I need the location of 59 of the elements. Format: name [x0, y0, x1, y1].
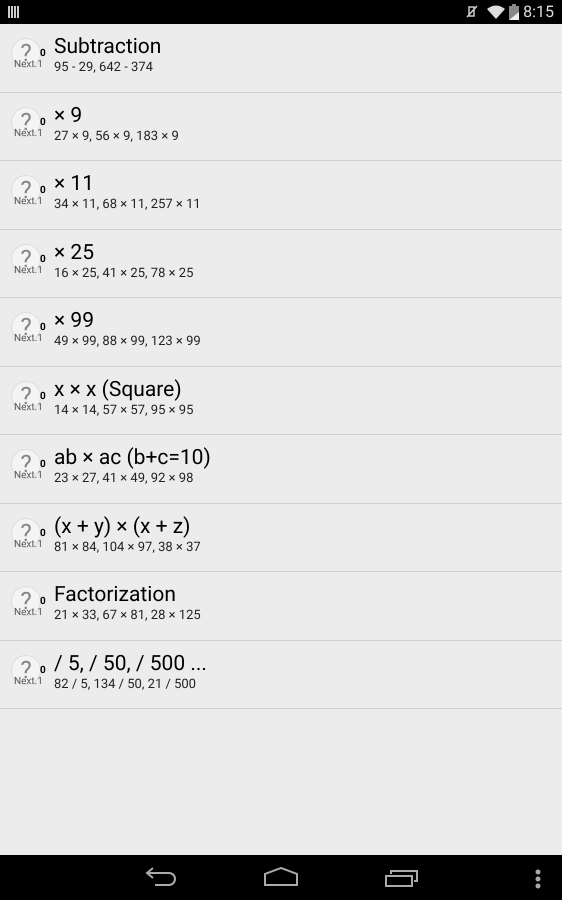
list-item[interactable]: ? 0 Next.1 × 99 49 × 99, 88 × 99, 123 × 99	[0, 298, 562, 366]
list-item[interactable]: ? 0 Next.1 x × x (Square) 14 × 14, 57 × 57, 95 × 95	[0, 366, 562, 435]
item-examples: 23 × 27, 41 × 49, 92 × 98	[54, 471, 194, 487]
item-title: Factorization	[54, 582, 177, 608]
list-item[interactable]: ? 0 Next.1 ab × ac (b+c=10) 23 × 27, 41 × 49, 92 × 98	[0, 435, 562, 504]
next-level: Next.1	[14, 608, 43, 618]
item-title: x × x (Square)	[54, 376, 183, 402]
count: 0	[40, 460, 46, 470]
menu-icon[interactable]	[534, 869, 542, 889]
item-title: × 25	[54, 240, 96, 266]
next-level: Next.1	[14, 128, 43, 138]
next-level: Next.1	[14, 266, 43, 276]
notification-icon	[8, 5, 20, 19]
item-examples: 34 × 11, 68 × 11, 257 × 11	[54, 197, 201, 213]
count: 0	[40, 49, 46, 59]
muted-icon	[465, 4, 480, 20]
list-item[interactable]: ? 0 Next.1 / 5, / 50, / 500 ... 82 / 5, 134 / 50, 21 / 500	[0, 640, 562, 709]
item-examples: 21 × 33, 67 × 81, 28 × 125	[54, 608, 201, 624]
next-level: Next.1	[14, 334, 43, 344]
item-title: × 99	[54, 308, 96, 334]
battery-icon	[509, 4, 520, 20]
item-title: (x + y) × (x + z)	[54, 514, 192, 540]
count: 0	[40, 666, 46, 676]
item-examples: 82 / 5, 134 / 50, 21 / 500	[54, 676, 197, 692]
count: 0	[40, 323, 46, 333]
count: 0	[40, 254, 46, 264]
clock: 8:15	[523, 1, 554, 23]
home-icon[interactable]	[263, 867, 299, 887]
count: 0	[40, 118, 46, 128]
list-item[interactable]: ? 0 Next.1 × 25 16 × 25, 41 × 25, 78 × 25	[0, 230, 562, 298]
item-examples: 95 - 29, 642 - 374	[54, 60, 154, 76]
item-title: × 11	[54, 171, 96, 197]
list-item[interactable]: ? 0 Next.1 (x + y) × (x + z) 81 × 84, 104 × 97, 38 × 37	[0, 504, 562, 572]
item-examples: 14 × 14, 57 × 57, 95 × 95	[54, 402, 194, 418]
item-examples: 49 × 99, 88 × 99, 123 × 99	[54, 334, 201, 350]
item-examples: 16 × 25, 41 × 25, 78 × 25	[54, 266, 194, 282]
next-level: Next.1	[14, 402, 43, 412]
item-title: ab × ac (b+c=10)	[54, 445, 211, 471]
next-level: Next.1	[14, 60, 43, 70]
item-title: Subtraction	[54, 34, 162, 60]
next-level: Next.1	[14, 676, 43, 686]
next-level: Next.1	[14, 540, 43, 550]
item-title: × 9	[54, 102, 84, 128]
count: 0	[40, 528, 46, 538]
next-level: Next.1	[14, 197, 43, 207]
next-level: Next.1	[14, 471, 43, 481]
recent-apps-icon[interactable]	[385, 868, 419, 888]
item-examples: 81 × 84, 104 × 97, 38 × 37	[54, 540, 201, 556]
list-item[interactable]: ? 0 Next.1 × 11 34 × 11, 68 × 11, 257 × 11	[0, 161, 562, 230]
wifi-icon	[487, 5, 506, 19]
list-item[interactable]: ? 0 Next.1 Subtraction 95 - 29, 642 - 374	[0, 24, 562, 92]
count: 0	[40, 392, 46, 402]
item-title: / 5, / 50, / 500 ...	[54, 650, 207, 676]
count: 0	[40, 186, 46, 196]
list-item[interactable]: ? 0 Next.1 × 9 27 × 9, 56 × 9, 183 × 9	[0, 92, 562, 161]
count: 0	[40, 597, 46, 607]
list-item[interactable]: ? 0 Next.1 Factorization 21 × 33, 67 × 81, 28 × 125	[0, 572, 562, 640]
back-icon[interactable]	[145, 867, 177, 887]
item-examples: 27 × 9, 56 × 9, 183 × 9	[54, 128, 179, 144]
